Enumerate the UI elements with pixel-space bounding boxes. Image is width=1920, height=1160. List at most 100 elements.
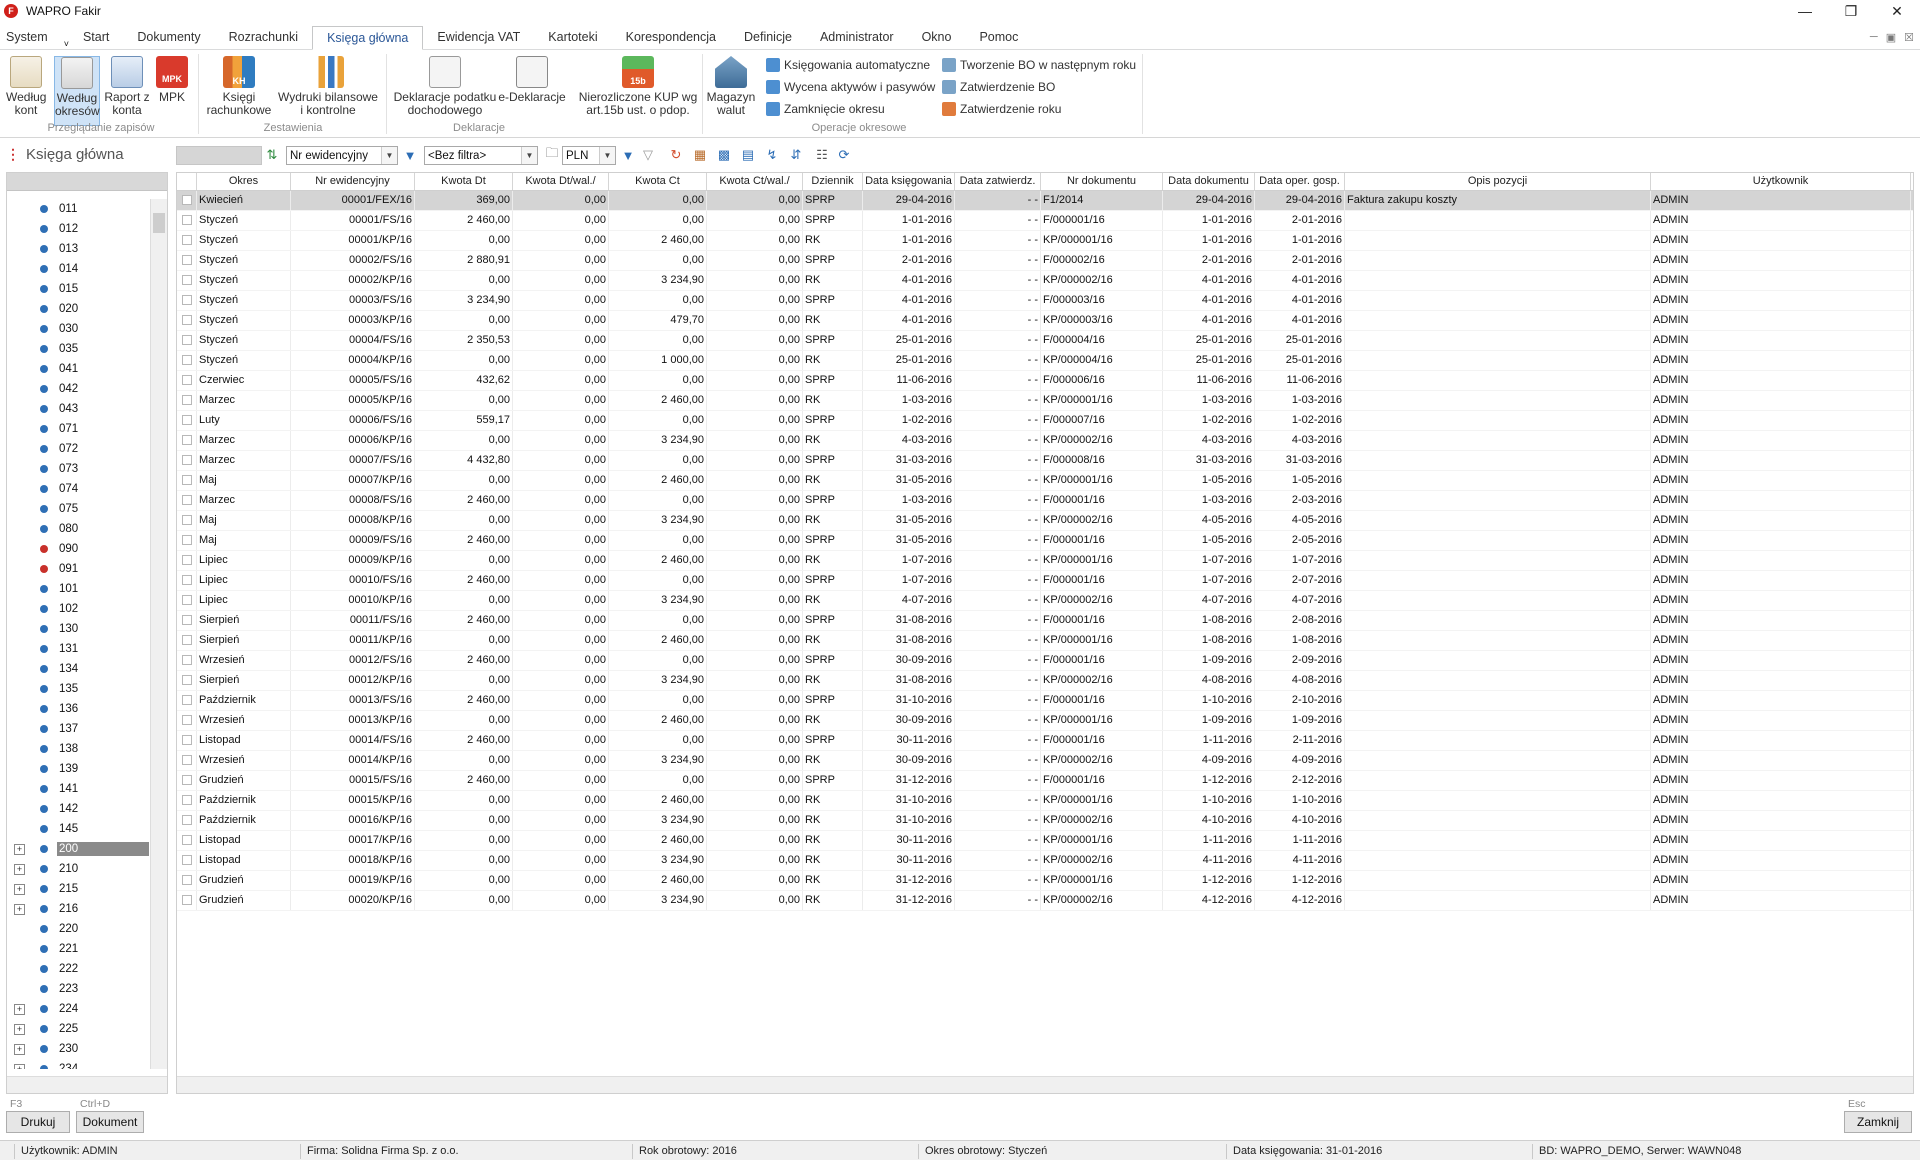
table-row[interactable]: Grudzień 00020/KP/16 0,00 0,00 3 234,90 0,00 R… <box>177 891 1913 911</box>
row-checkbox[interactable] <box>182 415 192 425</box>
expand-icon[interactable]: + <box>14 1043 25 1055</box>
tree-item[interactable]: 091 <box>7 559 150 579</box>
tree-item[interactable]: 142 <box>7 799 150 819</box>
tree-item[interactable]: 138 <box>7 739 150 759</box>
tree-item[interactable]: 221 <box>7 939 150 959</box>
grid-horizontal-scrollbar[interactable] <box>177 1076 1913 1093</box>
tree-item[interactable]: +234 <box>7 1059 150 1069</box>
row-checkbox[interactable] <box>182 475 192 485</box>
row-checkbox[interactable] <box>182 635 192 645</box>
column-header-10[interactable]: Nr dokumentu <box>1041 173 1163 190</box>
filter-funnel-icon[interactable]: ▼ <box>620 147 636 163</box>
folder-icon[interactable]: 🗀 <box>544 145 560 163</box>
tree-item[interactable]: 011 <box>7 199 150 219</box>
row-checkbox[interactable] <box>182 215 192 225</box>
row-checkbox[interactable] <box>182 715 192 725</box>
table-row[interactable]: Październik 00015/KP/16 0,00 0,00 2 460,00 0,… <box>177 791 1913 811</box>
tree-item[interactable]: 223 <box>7 979 150 999</box>
tworzenie-bo-button[interactable]: Tworzenie BO w następnym roku <box>942 56 1136 74</box>
expand-icon[interactable]: + <box>14 903 25 915</box>
tree-item[interactable]: +230 <box>7 1039 150 1059</box>
nierozliczone-kup-button[interactable]: 15b Nierozliczone KUP wg art.15b ust. o … <box>576 56 700 117</box>
table-row[interactable]: Sierpień 00011/FS/16 2 460,00 0,00 0,00 0,00 S… <box>177 611 1913 631</box>
clear-filter-icon[interactable]: ▽ <box>640 147 656 163</box>
table-row[interactable]: Czerwiec 00005/FS/16 432,62 0,00 0,00 0,00 SPR… <box>177 371 1913 391</box>
currency-select[interactable]: PLN ▼ <box>562 146 616 165</box>
ksiegi-rachunkowe-button[interactable]: KH Księgi rachunkowe <box>204 56 274 117</box>
row-checkbox[interactable] <box>182 735 192 745</box>
tree-item[interactable]: 043 <box>7 399 150 419</box>
column-header-0[interactable] <box>177 173 197 190</box>
row-checkbox[interactable] <box>182 275 192 285</box>
expand-icon[interactable]: + <box>14 1023 25 1035</box>
tree-item[interactable]: +200 <box>7 839 150 859</box>
print-button[interactable]: Drukuj <box>6 1111 70 1133</box>
column-header-4[interactable]: Kwota Dt/wal./ <box>513 173 609 190</box>
tree-item[interactable]: 041 <box>7 359 150 379</box>
row-checkbox[interactable] <box>182 355 192 365</box>
table-row[interactable]: Wrzesień 00013/KP/16 0,00 0,00 2 460,00 0,00 R… <box>177 711 1913 731</box>
wydruki-bilansowe-button[interactable]: Wydruki bilansowe i kontrolne <box>276 56 380 117</box>
table-row[interactable]: Listopad 00017/KP/16 0,00 0,00 2 460,00 0,00 R… <box>177 831 1913 851</box>
table-row[interactable]: Październik 00013/FS/16 2 460,00 0,00 0,00 0,… <box>177 691 1913 711</box>
table-row[interactable]: Styczeń 00004/KP/16 0,00 0,00 1 000,00 0,00 RK… <box>177 351 1913 371</box>
close-button[interactable]: Zamknij <box>1844 1111 1912 1133</box>
table-row[interactable]: Listopad 00018/KP/16 0,00 0,00 3 234,90 0,00 R… <box>177 851 1913 871</box>
export-icon[interactable]: ▤ <box>740 147 756 163</box>
row-checkbox[interactable] <box>182 335 192 345</box>
tree-item[interactable]: 145 <box>7 819 150 839</box>
table-row[interactable]: Luty 00006/FS/16 559,17 0,00 0,00 0,00 SPRP 1-0… <box>177 411 1913 431</box>
table-row[interactable]: Styczeń 00003/KP/16 0,00 0,00 479,70 0,00 RK 4-… <box>177 311 1913 331</box>
tree-item[interactable]: 090 <box>7 539 150 559</box>
tree-item[interactable]: 141 <box>7 779 150 799</box>
tree-item[interactable]: +210 <box>7 859 150 879</box>
tree-item[interactable]: 014 <box>7 259 150 279</box>
tree-item[interactable]: 035 <box>7 339 150 359</box>
tree-item[interactable]: 130 <box>7 619 150 639</box>
magazyn-walut-button[interactable]: Magazyn walut <box>704 56 758 117</box>
columns-icon[interactable]: ☷ <box>814 147 830 163</box>
wycena-aktywow-button[interactable]: Wycena aktywów i pasywów <box>766 78 935 96</box>
expand-icon[interactable]: + <box>14 1063 25 1069</box>
row-checkbox[interactable] <box>182 435 192 445</box>
table-row[interactable]: Wrzesień 00012/FS/16 2 460,00 0,00 0,00 0,00 S… <box>177 651 1913 671</box>
row-checkbox[interactable] <box>182 595 192 605</box>
table-row[interactable]: Styczeń 00004/FS/16 2 350,53 0,00 0,00 0,00 SP… <box>177 331 1913 351</box>
table-row[interactable]: Marzec 00006/KP/16 0,00 0,00 3 234,90 0,00 RK 4… <box>177 431 1913 451</box>
row-checkbox[interactable] <box>182 575 192 585</box>
mdi-close-icon[interactable]: ☒ <box>1904 31 1914 44</box>
restore-icon[interactable]: ❐ <box>1828 0 1874 22</box>
menu-item-7[interactable]: Korespondencja <box>612 25 730 49</box>
sort-direction-icon[interactable]: ⇅ <box>264 147 280 163</box>
row-checkbox[interactable] <box>182 675 192 685</box>
menu-item-1[interactable]: Start <box>69 25 123 49</box>
tree-horizontal-scrollbar[interactable] <box>7 1076 167 1093</box>
tree-item[interactable]: 131 <box>7 639 150 659</box>
zatwierdzenie-roku-button[interactable]: Zatwierdzenie roku <box>942 100 1061 118</box>
e-deklaracje-button[interactable]: e-Deklaracje <box>498 56 566 104</box>
row-checkbox[interactable] <box>182 535 192 545</box>
menu-item-8[interactable]: Definicje <box>730 25 806 49</box>
menu-item-11[interactable]: Pomoc <box>965 25 1032 49</box>
menu-item-10[interactable]: Okno <box>908 25 966 49</box>
refresh-icon[interactable]: ↻ <box>668 147 684 163</box>
table-row[interactable]: Styczeń 00002/KP/16 0,00 0,00 3 234,90 0,00 RK… <box>177 271 1913 291</box>
tree-item[interactable]: 080 <box>7 519 150 539</box>
tree-item[interactable]: 134 <box>7 659 150 679</box>
column-header-8[interactable]: Data księgowania <box>863 173 955 190</box>
raport-z-konta-button[interactable]: Raport z konta <box>104 56 150 117</box>
menu-item-9[interactable]: Administrator <box>806 25 908 49</box>
tree-item[interactable]: 042 <box>7 379 150 399</box>
column-header-6[interactable]: Kwota Ct/wal./ <box>707 173 803 190</box>
table-row[interactable]: Maj 00007/KP/16 0,00 0,00 2 460,00 0,00 RK 31-0… <box>177 471 1913 491</box>
row-checkbox[interactable] <box>182 755 192 765</box>
expand-icon[interactable]: + <box>14 1003 25 1015</box>
menu-item-3[interactable]: Rozrachunki <box>215 25 312 49</box>
menu-item-6[interactable]: Kartoteki <box>534 25 611 49</box>
menu-item-4[interactable]: Księga główna <box>312 26 424 50</box>
tree-item[interactable]: 015 <box>7 279 150 299</box>
mdi-minimize-icon[interactable]: ─ <box>1870 31 1878 44</box>
column-header-13[interactable]: Opis pozycji <box>1345 173 1651 190</box>
tree-item[interactable]: 137 <box>7 719 150 739</box>
tree-item[interactable]: 012 <box>7 219 150 239</box>
